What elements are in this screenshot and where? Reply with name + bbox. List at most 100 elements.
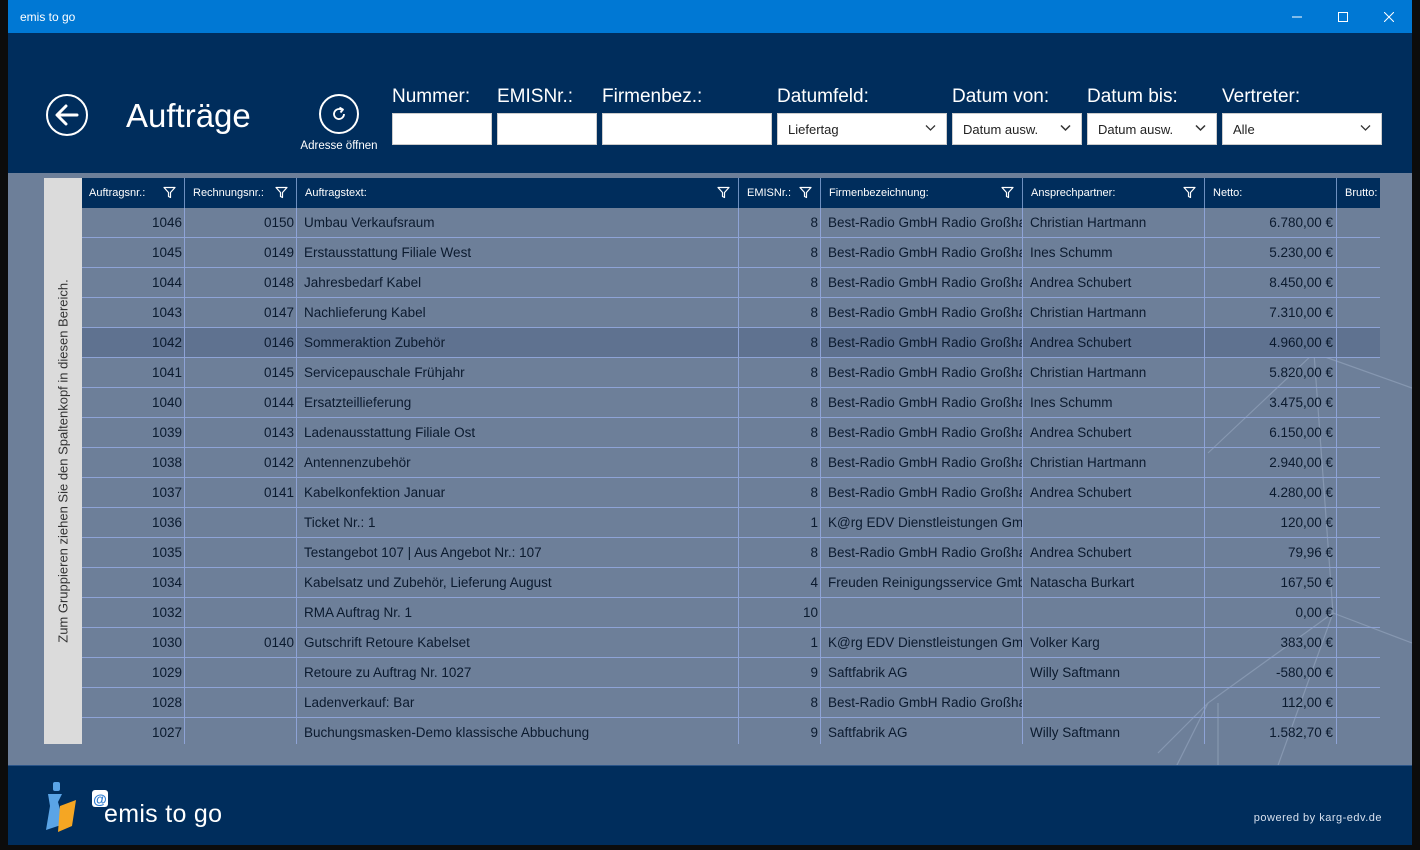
table-row[interactable]: 1041 0145 Servicepauschale Frühjahr 8 Best-R…: [82, 358, 1380, 388]
cell-auftragstext: Sommeraktion Zubehör: [298, 328, 739, 358]
vertreter-select[interactable]: Alle: [1222, 113, 1382, 145]
group-by-panel[interactable]: Zum Gruppieren ziehen Sie den Spaltenkop…: [44, 178, 82, 744]
cell-brutto: [1338, 538, 1380, 568]
cell-auftragsnr: 1028: [82, 688, 185, 718]
firmenbez-input[interactable]: [602, 113, 772, 145]
table-row[interactable]: 1032 RMA Auftrag Nr. 1 10 0,00 €: [82, 598, 1380, 628]
column-header-label: Netto:: [1213, 187, 1243, 199]
nummer-input[interactable]: [392, 113, 492, 145]
cell-rechnungsnr: 0145: [186, 358, 297, 388]
cell-firma: Best-Radio GmbH Radio Großhandel: [822, 328, 1023, 358]
cell-firma: Freuden Reinigungsservice GmbH: [822, 568, 1023, 598]
cell-ansprech: Willy Saftmann: [1024, 718, 1205, 744]
cell-firma: Best-Radio GmbH Radio Großhandel: [822, 238, 1023, 268]
window-title: emis to go: [20, 10, 76, 24]
table-row[interactable]: 1039 0143 Ladenausstattung Filiale Ost 8 Bes…: [82, 418, 1380, 448]
cell-emisnr: 8: [740, 298, 821, 328]
cell-emisnr: 10: [740, 598, 821, 628]
cell-rechnungsnr: [186, 718, 297, 744]
cell-netto: 4.280,00 €: [1206, 478, 1337, 508]
datum-bis-picker[interactable]: Datum ausw.: [1087, 113, 1217, 145]
cell-ansprech: Christian Hartmann: [1024, 358, 1205, 388]
cell-netto: 6.780,00 €: [1206, 208, 1337, 238]
datumfeld-select[interactable]: Liefertag: [777, 113, 947, 145]
cell-rechnungsnr: 0147: [186, 298, 297, 328]
cell-auftragstext: Nachlieferung Kabel: [298, 298, 739, 328]
cell-brutto: [1338, 628, 1380, 658]
cell-firma: Best-Radio GmbH Radio Großhandel: [822, 418, 1023, 448]
filter-icon[interactable]: [799, 186, 812, 199]
table-row[interactable]: 1035 Testangebot 107 | Aus Angebot Nr.: 1…: [82, 538, 1380, 568]
table-row[interactable]: 1036 Ticket Nr.: 1 1 K@rg EDV Dienstleistun…: [82, 508, 1380, 538]
column-header-netto[interactable]: Netto:: [1206, 178, 1337, 208]
column-header-rechnungsnr[interactable]: Rechnungsnr.:: [186, 178, 297, 208]
cell-firma: [822, 598, 1023, 628]
table-row[interactable]: 1029 Retoure zu Auftrag Nr. 1027 9 Saftfabr…: [82, 658, 1380, 688]
cell-auftragsnr: 1029: [82, 658, 185, 688]
filter-datumfeld: Datumfeld: Liefertag: [777, 86, 947, 145]
cell-ansprech: [1024, 688, 1205, 718]
table-row[interactable]: 1038 0142 Antennenzubehör 8 Best-Radio GmbH …: [82, 448, 1380, 478]
table-row[interactable]: 1040 0144 Ersatzteillieferung 8 Best-Radio G…: [82, 388, 1380, 418]
filter-icon[interactable]: [275, 186, 288, 199]
filter-label: EMISNr.:: [497, 86, 574, 107]
cell-emisnr: 8: [740, 688, 821, 718]
cell-auftragsnr: 1038: [82, 448, 185, 478]
open-address-button[interactable]: [319, 94, 359, 134]
table-row[interactable]: 1043 0147 Nachlieferung Kabel 8 Best-Radio G…: [82, 298, 1380, 328]
close-button[interactable]: [1366, 0, 1412, 33]
cell-brutto: [1338, 238, 1380, 268]
table-row[interactable]: 1044 0148 Jahresbedarf Kabel 8 Best-Radio Gm…: [82, 268, 1380, 298]
table-row[interactable]: 1045 0149 Erstausstattung Filiale West 8 Bes…: [82, 238, 1380, 268]
cell-emisnr: 4: [740, 568, 821, 598]
cell-rechnungsnr: [186, 658, 297, 688]
cell-auftragsnr: 1027: [82, 718, 185, 744]
chevron-down-icon: [925, 125, 936, 131]
column-header-emisnr[interactable]: EMISNr.:: [740, 178, 821, 208]
cell-rechnungsnr: 0146: [186, 328, 297, 358]
filter-icon[interactable]: [1001, 186, 1014, 199]
column-header-ansprech[interactable]: Ansprechpartner:: [1024, 178, 1205, 208]
cell-netto: 5.820,00 €: [1206, 358, 1337, 388]
cell-brutto: [1338, 388, 1380, 418]
table-row[interactable]: 1028 Ladenverkauf: Bar 8 Best-Radio GmbH Ra…: [82, 688, 1380, 718]
cell-rechnungsnr: [186, 538, 297, 568]
column-header-brutto[interactable]: Brutto:: [1338, 178, 1380, 208]
filter-icon[interactable]: [163, 186, 176, 199]
cell-ansprech: Christian Hartmann: [1024, 448, 1205, 478]
minimize-button[interactable]: [1274, 0, 1320, 33]
chevron-down-icon: [1195, 124, 1206, 132]
filter-icon[interactable]: [1183, 186, 1196, 199]
cell-auftragstext: Jahresbedarf Kabel: [298, 268, 739, 298]
cell-firma: K@rg EDV Dienstleistungen GmbH: [822, 508, 1023, 538]
table-row[interactable]: 1034 Kabelsatz und Zubehör, Lieferung Aug…: [82, 568, 1380, 598]
cell-auftragstext: Kabelsatz und Zubehör, Lieferung August: [298, 568, 739, 598]
cell-emisnr: 8: [740, 328, 821, 358]
cell-netto: 8.450,00 €: [1206, 268, 1337, 298]
table-row[interactable]: 1030 0140 Gutschrift Retoure Kabelset 1 K@rg…: [82, 628, 1380, 658]
cell-ansprech: Andrea Schubert: [1024, 478, 1205, 508]
filter-icon[interactable]: [717, 186, 730, 199]
content-area: Zum Gruppieren ziehen Sie den Spaltenkop…: [8, 173, 1412, 765]
cell-netto: -580,00 €: [1206, 658, 1337, 688]
emisnr-input[interactable]: [497, 113, 597, 145]
maximize-button[interactable]: [1320, 0, 1366, 33]
window-border-bottom: [0, 845, 1420, 850]
table-row[interactable]: 1042 0146 Sommeraktion Zubehör 8 Best-Radio …: [82, 328, 1380, 358]
table-row[interactable]: 1027 Buchungsmasken-Demo klassische Abbuc…: [82, 718, 1380, 744]
chevron-down-icon: [1060, 124, 1071, 132]
cell-emisnr: 8: [740, 268, 821, 298]
table-row[interactable]: 1046 0150 Umbau Verkaufsraum 8 Best-Radio Gm…: [82, 208, 1380, 238]
column-header-auftragstext[interactable]: Auftragstext:: [298, 178, 739, 208]
table-row[interactable]: 1037 0141 Kabelkonfektion Januar 8 Best-Radi…: [82, 478, 1380, 508]
filter-label: Datumfeld:: [777, 86, 869, 107]
column-header-auftragsnr[interactable]: Auftragsnr.:: [82, 178, 185, 208]
column-header-firma[interactable]: Firmenbezeichnung:: [822, 178, 1023, 208]
footer: @ emis to go powered by karg-edv.de: [8, 765, 1412, 845]
page-header: Aufträge Adresse öffnen Nummer: EMISNr.:…: [8, 33, 1412, 173]
back-button[interactable]: [46, 94, 88, 136]
filter-firmenbez: Firmenbez.:: [602, 86, 772, 145]
cell-emisnr: 8: [740, 418, 821, 448]
datum-von-picker[interactable]: Datum ausw.: [952, 113, 1082, 145]
cell-ansprech: [1024, 598, 1205, 628]
